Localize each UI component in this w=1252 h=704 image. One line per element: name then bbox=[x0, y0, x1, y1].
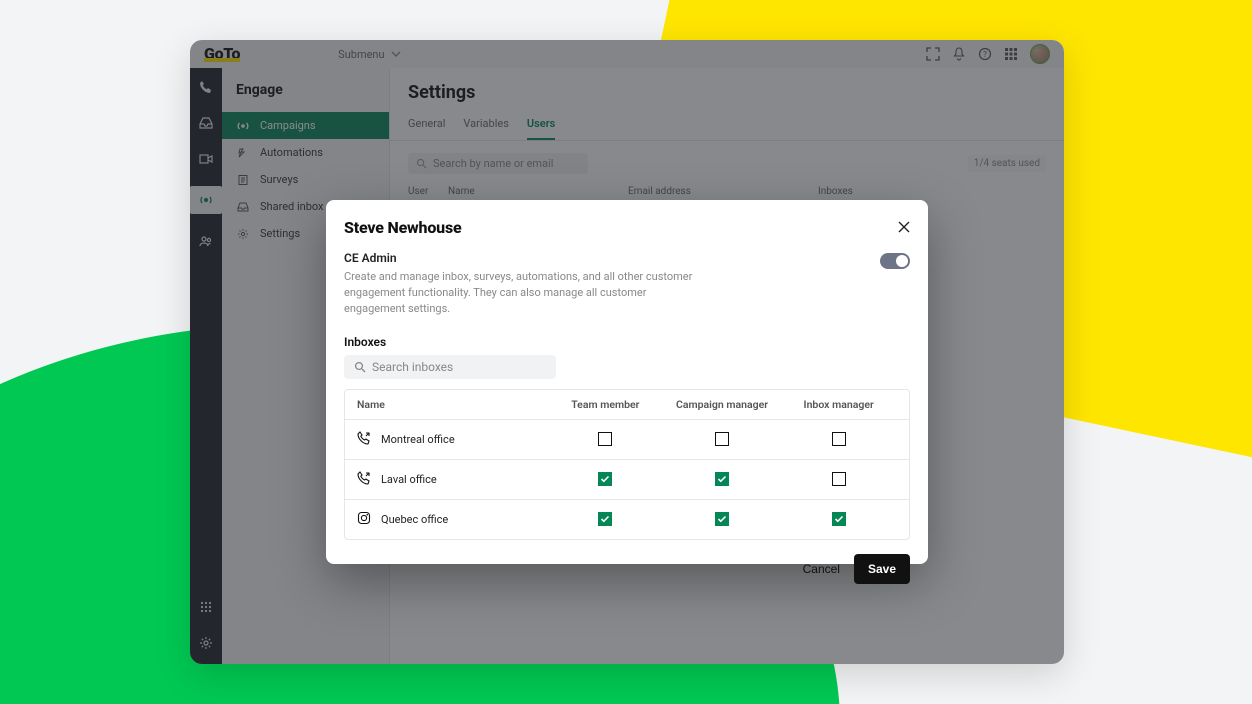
inbox-name-cell: Montreal office bbox=[357, 431, 547, 448]
checkbox-checked[interactable] bbox=[832, 512, 846, 526]
search-icon bbox=[354, 361, 366, 373]
checkbox-checked[interactable] bbox=[715, 512, 729, 526]
inbox-name-cell: Quebec office bbox=[357, 511, 547, 528]
modal-close-button[interactable] bbox=[898, 218, 910, 237]
checkbox-unchecked[interactable] bbox=[832, 472, 846, 486]
role-title: CE Admin bbox=[344, 251, 864, 265]
save-button[interactable]: Save bbox=[854, 554, 910, 584]
inbox-search-input[interactable]: Search inboxes bbox=[344, 355, 556, 379]
inbox-name-label: Laval office bbox=[381, 473, 437, 486]
checkbox-checked[interactable] bbox=[598, 512, 612, 526]
cancel-button[interactable]: Cancel bbox=[803, 562, 840, 576]
col-campaign-manager: Campaign manager bbox=[664, 398, 781, 411]
col-inbox-manager: Inbox manager bbox=[780, 398, 897, 411]
role-description: Create and manage inbox, surveys, automa… bbox=[344, 269, 694, 317]
checkbox-checked[interactable] bbox=[715, 472, 729, 486]
col-team-member: Team member bbox=[547, 398, 664, 411]
phone-forward-icon bbox=[357, 471, 371, 488]
checkbox-unchecked[interactable] bbox=[832, 432, 846, 446]
inbox-name-label: Quebec office bbox=[381, 513, 448, 526]
modal-title: Steve Newhouse bbox=[344, 218, 461, 237]
inbox-search-placeholder: Search inboxes bbox=[372, 360, 453, 374]
col-name: Name bbox=[357, 398, 547, 411]
ce-admin-toggle[interactable] bbox=[880, 253, 910, 269]
inbox-row: Laval office bbox=[345, 459, 909, 499]
phone-forward-icon bbox=[357, 431, 371, 448]
inboxes-section-title: Inboxes bbox=[344, 335, 910, 349]
inbox-name-cell: Laval office bbox=[357, 471, 547, 488]
inbox-row: Quebec office bbox=[345, 499, 909, 539]
inbox-name-label: Montreal office bbox=[381, 433, 455, 446]
close-icon bbox=[898, 221, 910, 233]
user-modal: Steve Newhouse CE Admin Create and manag… bbox=[326, 200, 928, 564]
checkbox-unchecked[interactable] bbox=[598, 432, 612, 446]
inbox-table-header: Name Team member Campaign manager Inbox … bbox=[345, 390, 909, 419]
checkbox-unchecked[interactable] bbox=[715, 432, 729, 446]
inbox-row: Montreal office bbox=[345, 419, 909, 459]
instagram-icon bbox=[357, 511, 371, 528]
checkbox-checked[interactable] bbox=[598, 472, 612, 486]
inbox-table: Name Team member Campaign manager Inbox … bbox=[344, 389, 910, 540]
